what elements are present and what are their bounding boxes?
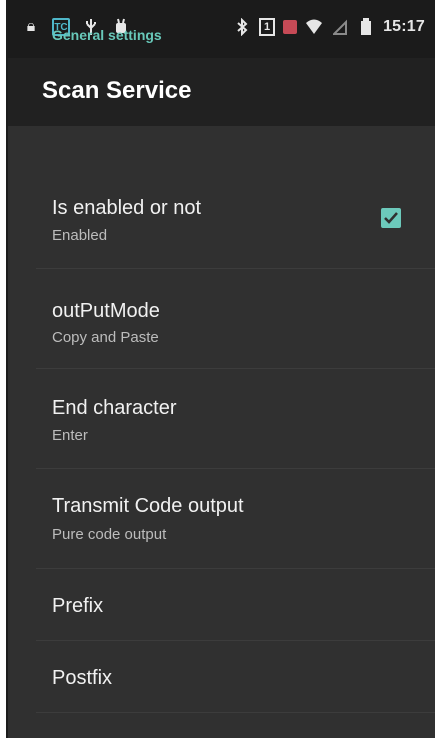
- divider: [36, 712, 435, 713]
- phone-screen: 🔒︎ TC 1 15:17 Scan Service General setti…: [8, 0, 435, 738]
- page-title: Scan Service: [42, 77, 192, 104]
- divider: [36, 268, 435, 269]
- no-signal-icon: [331, 18, 349, 36]
- setting-summary: Copy and Paste: [52, 329, 159, 346]
- wifi-icon: [305, 18, 323, 36]
- red-square-icon: [283, 20, 298, 34]
- divider: [36, 368, 435, 369]
- battery-icon: [357, 18, 375, 36]
- setting-label: Prefix: [52, 595, 104, 617]
- setting-label: End character: [52, 397, 177, 419]
- setting-label: outPutMode: [52, 300, 160, 322]
- setting-label: Is enabled or not: [52, 197, 201, 219]
- setting-summary: Enter: [52, 427, 88, 444]
- bluetooth-icon: [233, 18, 251, 36]
- app-bar: Scan Service: [8, 58, 435, 126]
- setting-summary: Pure code output: [52, 526, 167, 543]
- setting-label: Transmit Code output: [52, 495, 244, 517]
- enabled-checkbox[interactable]: [381, 208, 401, 228]
- status-right-icons: 1 15:17: [233, 18, 425, 36]
- clock: 15:17: [383, 18, 425, 35]
- check-icon: [384, 212, 398, 224]
- sim-icon: 1: [259, 18, 276, 36]
- setting-summary: Enabled: [52, 227, 108, 244]
- divider: [36, 568, 435, 569]
- setting-label: Postfix: [52, 667, 113, 689]
- section-header-general: General settings: [52, 27, 162, 43]
- divider: [36, 468, 435, 469]
- lock-icon: 🔒︎: [26, 18, 36, 35]
- divider: [36, 640, 435, 641]
